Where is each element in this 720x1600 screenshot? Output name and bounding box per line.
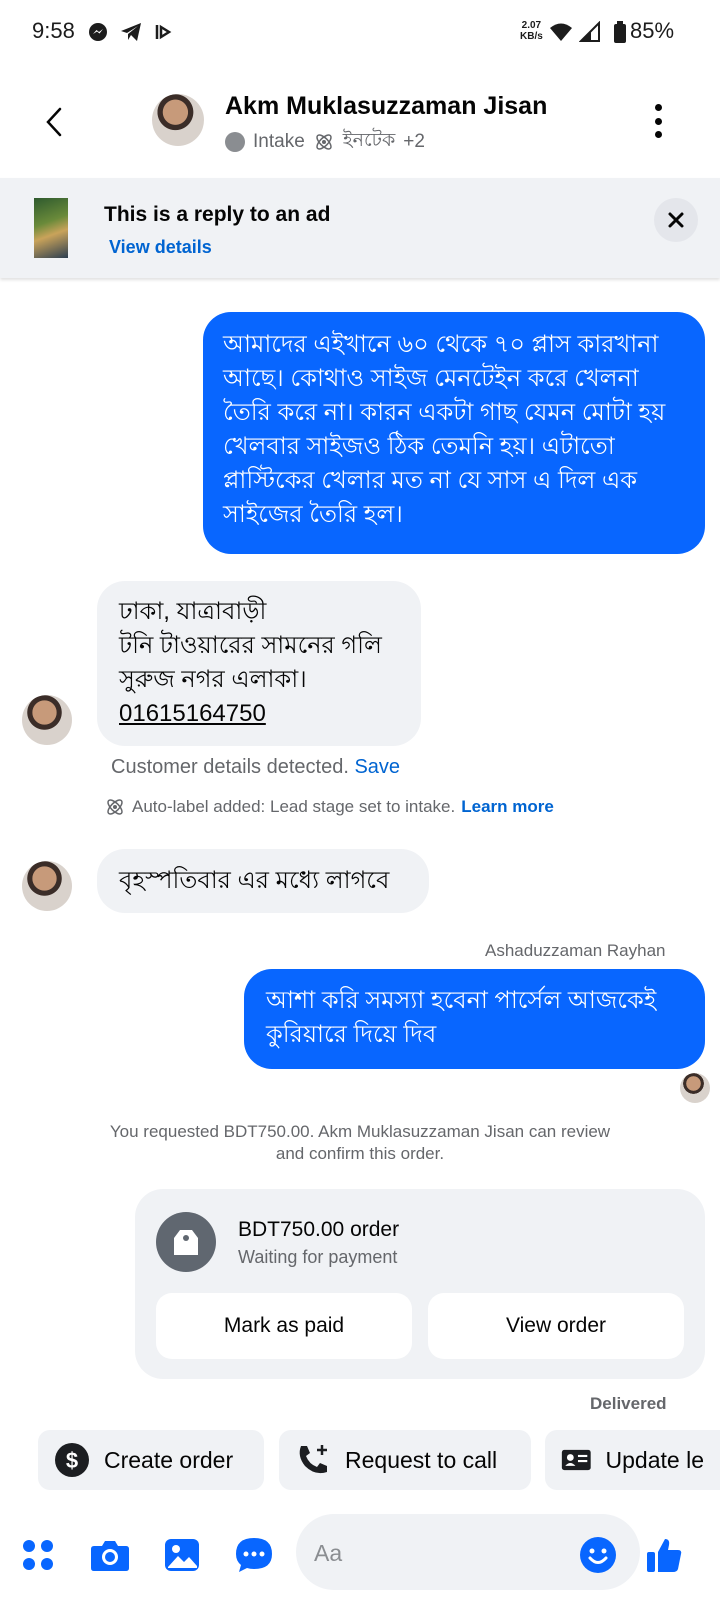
save-customer-link[interactable]: Save [354,756,400,778]
outgoing-message[interactable]: আশা করি সমস্যা হবেনা পার্সেল আজকেই কুরিয… [244,969,705,1069]
order-status: Waiting for payment [238,1247,398,1267]
auto-label-text: Auto-label added: Lead stage set to inta… [132,797,456,816]
atom-label-icon [316,134,332,150]
more-dot-icon [654,131,662,138]
message-input[interactable] [314,1537,574,1569]
more-dot-icon [654,117,662,125]
auto-label-notice: Auto-label added: Lead stage set to inta… [104,796,554,818]
back-arrow-icon [46,107,62,137]
telegram-icon [118,20,144,44]
phone-plus-icon [299,1445,327,1474]
message-line: সুরুজ নগর এলাকা। [119,666,307,693]
chat-bubble-icon[interactable] [232,1533,276,1577]
gallery-icon[interactable] [160,1533,204,1577]
close-icon [668,212,684,228]
svg-text:$: $ [66,1448,78,1473]
id-card-icon [561,1449,591,1471]
incoming-message[interactable]: ঢাকা, যাত্রাবাড়ী টনি টাওয়ারের সামনের গ… [97,581,421,746]
outgoing-message[interactable]: আমাদের এইখানে ৬০ থেকে ৭০ প্লাস কারখানা আ… [203,312,705,554]
cast-icon [152,20,178,44]
update-lead-label: Update le [605,1446,704,1473]
learn-more-link[interactable]: Learn more [461,797,554,817]
like-thumb-icon[interactable] [642,1533,686,1577]
close-banner-button[interactable] [654,198,698,242]
sender-name: Ashaduzzaman Rayhan [485,941,666,960]
request-to-call-chip[interactable]: Request to call [279,1430,531,1490]
incoming-message[interactable]: বৃহস্পতিবার এর মধ্যে লাগবে [97,849,429,913]
battery-icon [612,20,628,44]
customer-details-notice: Customer details detected. Save [111,756,400,779]
dollar-icon: $ [55,1443,89,1477]
delivery-status: Delivered [590,1394,667,1413]
lead-stage: Intake [253,131,305,152]
lead-stage-dot-icon [225,132,245,152]
contact-labels[interactable]: Intake ইনটেক +2 [225,126,425,158]
seen-avatar [680,1073,710,1103]
more-dot-icon [654,104,662,111]
ad-reply-banner [0,178,720,278]
label-name: ইনটেক [342,130,396,151]
more-options-button[interactable] [648,104,668,138]
battery-percent: 85% [630,18,675,43]
contact-name[interactable]: Akm Muklasuzzaman Jisan [225,92,547,121]
emoji-icon[interactable] [576,1533,620,1577]
view-order-button[interactable]: View order [428,1293,684,1359]
wifi-icon [548,20,574,44]
contact-avatar[interactable] [152,94,204,146]
phone-number-link[interactable]: 01615164750 [119,697,399,731]
view-details-link[interactable]: View details [109,237,212,258]
camera-icon[interactable] [88,1533,132,1577]
order-tag-icon [156,1212,216,1272]
mark-as-paid-button[interactable]: Mark as paid [156,1293,412,1359]
ad-banner-title: This is a reply to an ad [104,203,331,226]
menu-dots-icon[interactable] [16,1533,60,1577]
atom-label-icon [107,799,123,815]
create-order-chip[interactable]: $ Create order [38,1430,264,1490]
network-speed: 2.07 KB/s [520,20,543,42]
back-button[interactable] [36,100,72,144]
more-labels-count: +2 [403,131,425,152]
create-order-label: Create order [104,1446,234,1473]
order-request-note: You requested BDT750.00. Akm Muklasuzzam… [109,1122,611,1163]
messenger-icon [86,20,110,44]
order-title: BDT750.00 order [238,1218,400,1241]
message-line: টনি টাওয়ারের সামনের গলি [119,632,382,659]
ad-thumbnail[interactable] [34,198,68,258]
update-lead-chip[interactable]: Update le [545,1430,720,1490]
status-time: 9:58 [32,18,75,43]
message-line: ঢাকা, যাত্রাবাড়ী [119,598,267,625]
request-to-call-label: Request to call [345,1446,498,1473]
sender-avatar[interactable] [22,695,72,745]
signal-icon [578,20,602,44]
sender-avatar[interactable] [22,861,72,911]
customer-detected-text: Customer details detected. [111,756,349,778]
